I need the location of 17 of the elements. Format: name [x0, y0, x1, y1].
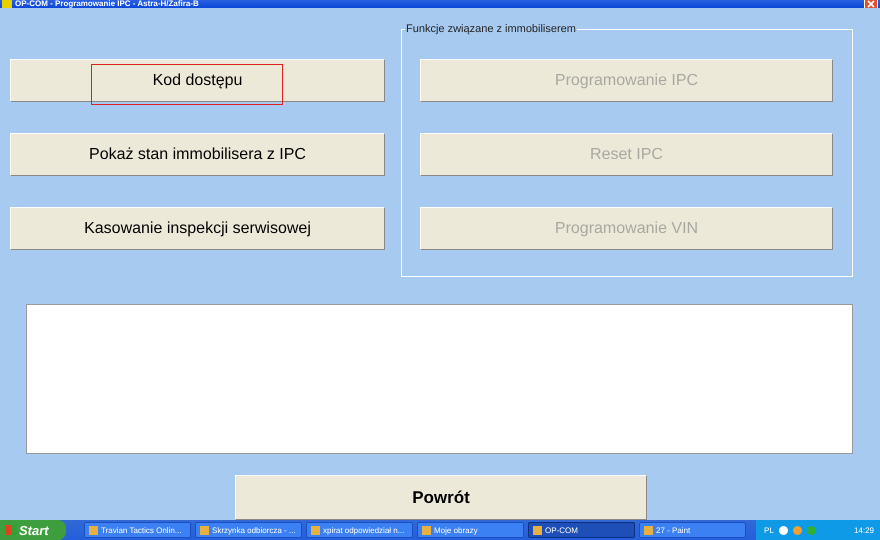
taskbar-button[interactable]: OP-COM	[528, 522, 635, 538]
close-button[interactable]	[864, 0, 878, 8]
action-button[interactable]: Kod dostępu	[10, 59, 385, 102]
taskbar-button[interactable]: Skrzynka odbiorcza - ...	[195, 522, 302, 538]
taskbar-button[interactable]: 27 - Paint	[639, 522, 746, 538]
taskbar-button[interactable]: Travian Tactics Onlin...	[84, 522, 191, 538]
taskbar-button[interactable]: Moje obrazy	[417, 522, 524, 538]
action-button[interactable]: Pokaż stan immobilisera z IPC	[10, 133, 385, 176]
clock: 14:29	[854, 526, 874, 534]
action-button[interactable]: Kasowanie inspekcji serwisowej	[10, 207, 385, 250]
start-button[interactable]: Start	[0, 520, 66, 540]
back-button[interactable]: Powrót	[235, 475, 647, 520]
group-legend: Funkcje związane z immobiliserem	[405, 23, 577, 35]
taskbar-button[interactable]: xpirat odpowiedział n...	[306, 522, 413, 538]
language-indicator: PL	[764, 526, 774, 534]
windows-flag-icon	[6, 525, 16, 535]
window-title: OP-COM - Programowanie IPC - Astra-H/Zafira-B	[15, 0, 200, 8]
